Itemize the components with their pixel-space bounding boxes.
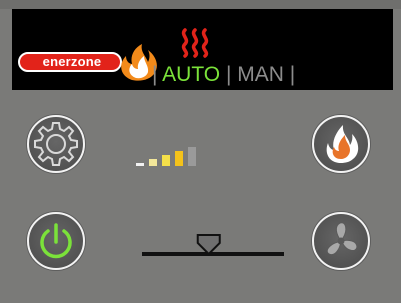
power-level-bar (136, 163, 144, 166)
power-icon (40, 223, 72, 259)
mode-man-button[interactable]: MAN (237, 63, 284, 86)
brand-logo: enerzone (18, 42, 164, 82)
mode-separator: | (152, 63, 158, 86)
mode-selector: | AUTO | MAN | (152, 60, 295, 90)
power-level-bar (149, 159, 157, 166)
power-button[interactable] (27, 212, 85, 270)
gear-icon (34, 122, 78, 166)
power-level-indicator (136, 147, 196, 166)
power-level-bar (162, 155, 170, 166)
fan-icon (326, 222, 358, 256)
slider-thumb[interactable] (196, 234, 221, 256)
fan-speed-slider[interactable] (140, 233, 286, 263)
mode-separator: | (225, 63, 232, 86)
brand-pill: enerzone (18, 52, 122, 72)
flame-button[interactable] (312, 115, 370, 173)
mode-auto-button[interactable]: AUTO (162, 63, 220, 86)
flame-icon (326, 125, 359, 163)
power-level-bar (188, 147, 196, 166)
fan-button[interactable] (312, 212, 370, 270)
power-level-bar (175, 151, 183, 166)
settings-button[interactable] (27, 115, 85, 173)
mode-separator: | (289, 63, 296, 86)
brand-name: enerzone (42, 54, 102, 69)
heat-waves-icon (181, 28, 209, 58)
top-band (0, 0, 401, 9)
